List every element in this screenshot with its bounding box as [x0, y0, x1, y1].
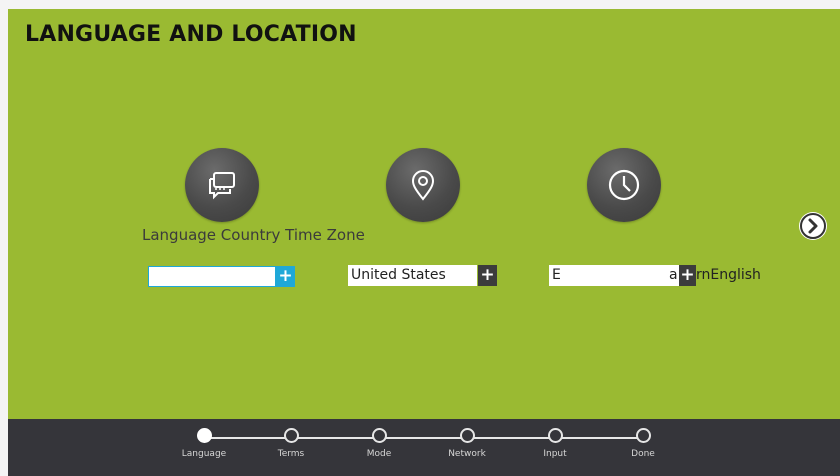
step-language[interactable]: Language [169, 428, 239, 459]
country-circle[interactable] [386, 148, 460, 222]
step-dot [547, 428, 563, 443]
step-network[interactable]: Network [432, 428, 502, 459]
page-title: LANGUAGE AND LOCATION [25, 22, 357, 47]
location-pin-icon [411, 170, 435, 201]
next-button[interactable] [799, 212, 827, 240]
step-label: Network [448, 449, 486, 459]
step-dot [459, 428, 475, 443]
setup-progress-bar [8, 419, 840, 476]
chat-icon [209, 172, 235, 200]
clock-icon [608, 169, 640, 201]
step-label: Mode [366, 449, 392, 459]
step-input[interactable]: Input [520, 428, 590, 459]
step-mode[interactable]: Mode [344, 428, 414, 459]
step-dot [635, 428, 651, 443]
section-labels: Language Country Time Zone [142, 226, 365, 244]
timezone-circle[interactable] [587, 148, 661, 222]
country-field[interactable]: United States [348, 265, 477, 286]
step-label: Input [543, 449, 567, 459]
step-label: Language [181, 449, 227, 459]
step-terms[interactable]: Terms [256, 428, 326, 459]
step-dot [196, 428, 212, 443]
language-circle[interactable] [185, 148, 259, 222]
step-done[interactable]: Done [608, 428, 678, 459]
step-label: Done [631, 449, 655, 459]
step-label: Terms [277, 449, 305, 459]
timezone-overflow-text: rnEnglish [696, 267, 761, 283]
step-dot [371, 428, 387, 443]
language-field[interactable] [148, 266, 276, 287]
country-add-button[interactable]: + [478, 265, 497, 286]
timezone-add-button[interactable]: + [679, 265, 696, 286]
step-dot [283, 428, 299, 443]
chevron-right-icon [800, 213, 826, 239]
timezone-field[interactable]: E [549, 265, 679, 286]
language-add-button[interactable]: + [276, 266, 295, 287]
timezone-trailing-text: a [669, 267, 678, 283]
